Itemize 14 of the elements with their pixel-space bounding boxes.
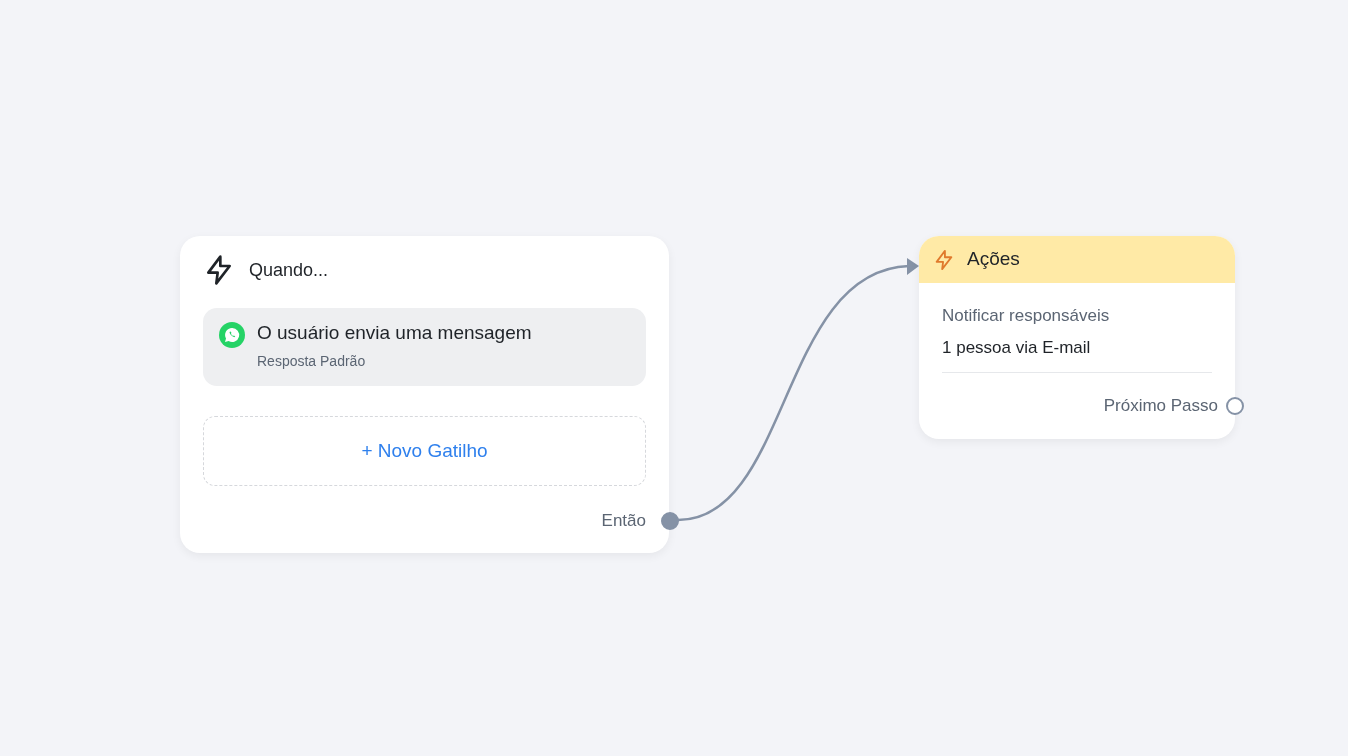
chat-bubble-icon bbox=[219, 322, 245, 348]
output-port[interactable] bbox=[661, 511, 679, 530]
node-title: Quando... bbox=[249, 258, 329, 282]
action-title: Notificar responsáveis bbox=[942, 305, 1111, 327]
output-label: Então bbox=[601, 509, 646, 532]
output-label: Próximo Passo bbox=[1103, 395, 1218, 417]
trigger-title: O usuário envia uma mensagem bbox=[257, 322, 532, 345]
trigger-item[interactable]: O usuário envia uma mensagem Resposta Padrão bbox=[203, 308, 646, 386]
action-detail: 1 pessoa via E-mail bbox=[942, 334, 1212, 373]
node-title: Ações bbox=[967, 247, 1020, 272]
trigger-subtitle: Resposta Padrão bbox=[257, 351, 367, 371]
output-port[interactable] bbox=[1226, 396, 1244, 415]
lightning-icon bbox=[933, 248, 955, 271]
add-trigger-button[interactable]: + Novo Gatilho bbox=[203, 415, 646, 486]
